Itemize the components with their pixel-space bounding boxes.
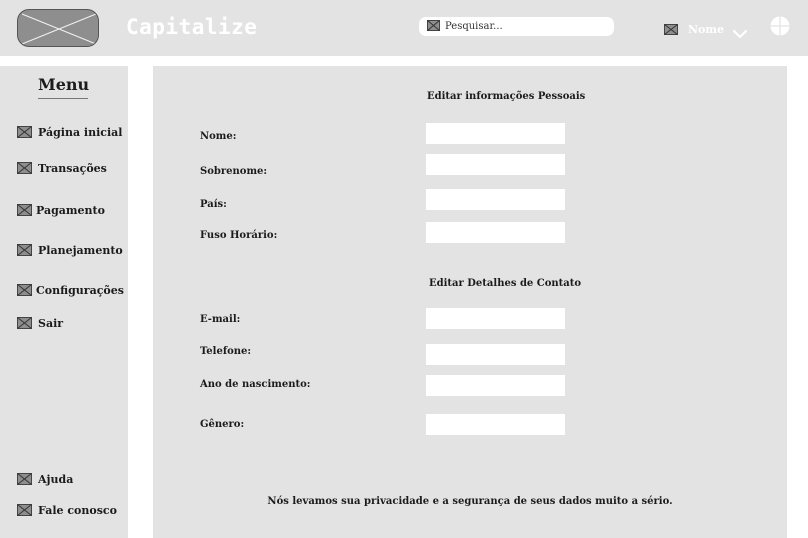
birth-year-label: Ano de nascimento: — [200, 379, 311, 390]
gender-label: Gênero: — [200, 419, 245, 430]
email-label: E-mail: — [200, 314, 241, 325]
top-header: Capitalize Nome — [0, 0, 808, 56]
sidebar: Menu Página inicial Transações Pagamento… — [0, 66, 128, 538]
image-placeholder-icon — [17, 317, 32, 329]
app-title: Capitalize — [126, 15, 258, 39]
last-name-label: Sobrenome: — [200, 166, 268, 177]
avatar-placeholder-icon — [664, 23, 678, 35]
logo-placeholder-icon[interactable] — [17, 9, 99, 47]
phone-input[interactable] — [426, 344, 565, 365]
sidebar-item-label: Ajuda — [38, 472, 74, 486]
sidebar-item-transacoes[interactable]: Transações — [17, 160, 107, 176]
user-name: Nome — [688, 22, 725, 36]
sidebar-item-label: Planejamento — [38, 243, 123, 257]
sidebar-item-label: Página inicial — [38, 125, 123, 139]
gender-input[interactable] — [426, 414, 565, 435]
sidebar-item-label: Transações — [38, 161, 107, 175]
country-label: País: — [200, 199, 227, 210]
sidebar-item-label: Sair — [38, 316, 64, 330]
birth-year-input[interactable] — [426, 375, 565, 396]
search-input[interactable] — [445, 17, 610, 36]
sidebar-item-configuracoes[interactable]: Configurações — [17, 282, 124, 298]
sidebar-item-planejamento[interactable]: Planejamento — [17, 242, 123, 258]
menu-title-underline — [38, 98, 88, 99]
image-placeholder-icon — [17, 126, 32, 138]
image-placeholder-icon — [17, 244, 32, 256]
sidebar-item-ajuda[interactable]: Ajuda — [17, 471, 73, 487]
timezone-input[interactable] — [426, 222, 565, 243]
globe-icon[interactable] — [770, 16, 790, 36]
contact-details-heading: Editar Detalhes de Contato — [429, 278, 582, 289]
privacy-note: Nós levamos sua privacidade e a seguranç… — [267, 496, 673, 507]
first-name-label: Nome: — [200, 131, 237, 142]
image-placeholder-icon — [17, 284, 32, 296]
sidebar-item-label: Pagamento — [36, 203, 105, 217]
sidebar-item-label: Fale conosco — [38, 503, 117, 517]
sidebar-item-pagina-inicial[interactable]: Página inicial — [17, 124, 122, 140]
first-name-input[interactable] — [426, 123, 565, 144]
sidebar-item-pagamento[interactable]: Pagamento — [17, 202, 105, 218]
search-bar[interactable] — [419, 17, 614, 36]
image-placeholder-icon — [17, 162, 32, 174]
personal-info-heading: Editar informações Pessoais — [427, 91, 586, 102]
sidebar-item-fale-conosco[interactable]: Fale conosco — [17, 502, 117, 518]
search-image-placeholder-icon — [427, 20, 440, 31]
chevron-down-icon[interactable] — [732, 24, 748, 39]
phone-label: Telefone: — [200, 346, 252, 357]
image-placeholder-icon — [17, 204, 32, 216]
country-input[interactable] — [426, 189, 565, 210]
timezone-label: Fuso Horário: — [200, 230, 278, 241]
settings-panel: Editar informações Pessoais Nome: Sobren… — [153, 66, 787, 538]
image-placeholder-icon — [17, 504, 32, 516]
user-menu[interactable]: Nome — [664, 20, 748, 39]
email-input[interactable] — [426, 308, 565, 329]
menu-title: Menu — [38, 75, 90, 94]
sidebar-item-sair[interactable]: Sair — [17, 315, 63, 331]
sidebar-item-label: Configurações — [36, 283, 124, 297]
last-name-input[interactable] — [426, 154, 565, 175]
image-placeholder-icon — [17, 473, 32, 485]
